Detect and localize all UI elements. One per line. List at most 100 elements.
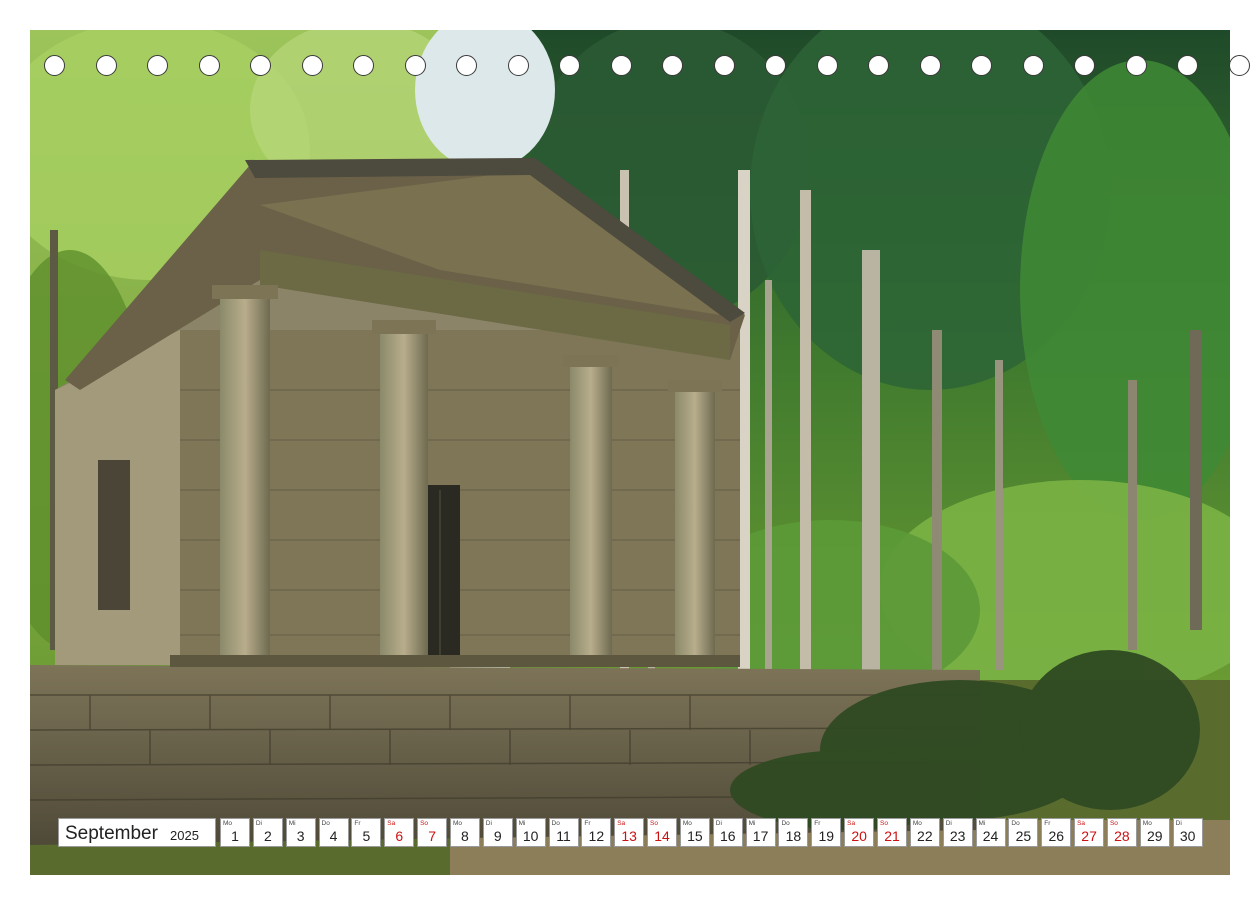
day-cell: Sa 20 bbox=[844, 818, 875, 847]
binding-hole bbox=[919, 55, 941, 76]
binding-hole bbox=[559, 55, 580, 76]
day-of-week-label: Sa bbox=[617, 820, 626, 827]
binding-hole bbox=[95, 55, 117, 76]
day-of-week-label: Fr bbox=[814, 820, 821, 827]
day-of-week-label: Sa bbox=[847, 820, 856, 827]
day-of-week-label: Mo bbox=[223, 820, 233, 827]
day-of-week-label: Fr bbox=[354, 820, 361, 827]
temple-forest-photo bbox=[30, 30, 1230, 875]
day-number: 6 bbox=[395, 828, 404, 844]
binding-hole bbox=[1074, 55, 1095, 76]
binding-hole bbox=[662, 55, 683, 76]
binding-hole bbox=[44, 55, 65, 76]
binding-hole bbox=[765, 55, 786, 76]
day-number: 10 bbox=[522, 828, 539, 844]
photo-illustration bbox=[30, 30, 1230, 875]
day-number: 26 bbox=[1048, 828, 1065, 844]
day-cell: So 14 bbox=[647, 818, 678, 847]
day-number: 7 bbox=[428, 828, 436, 844]
day-of-week-label: Sa bbox=[1077, 820, 1086, 827]
day-number: 1 bbox=[231, 828, 239, 844]
day-cell: So 7 bbox=[417, 818, 448, 847]
day-of-week-label: So bbox=[420, 820, 429, 827]
day-cell: Fr 19 bbox=[811, 818, 842, 847]
binding-holes bbox=[30, 55, 1250, 79]
binding-hole bbox=[971, 55, 992, 76]
day-cell: Fr 26 bbox=[1041, 818, 1072, 847]
day-of-week-label: Di bbox=[715, 820, 722, 827]
day-number: 25 bbox=[1015, 828, 1032, 844]
day-of-week-label: Mo bbox=[912, 820, 922, 827]
day-cell: So 21 bbox=[877, 818, 907, 847]
day-number: 21 bbox=[884, 828, 900, 844]
day-number: 27 bbox=[1081, 828, 1097, 844]
month-label-box: September 2025 bbox=[58, 818, 216, 847]
day-cell: Di 16 bbox=[712, 818, 743, 847]
binding-hole bbox=[713, 55, 735, 76]
day-cell: Do 25 bbox=[1008, 818, 1039, 847]
binding-hole bbox=[198, 55, 220, 76]
day-cell: Do 18 bbox=[778, 818, 809, 847]
day-of-week-label: Di bbox=[945, 820, 952, 827]
day-of-week-label: So bbox=[1109, 820, 1118, 827]
day-number: 18 bbox=[785, 828, 802, 844]
binding-hole bbox=[301, 55, 323, 76]
binding-hole bbox=[816, 55, 838, 76]
day-number: 13 bbox=[621, 828, 637, 844]
binding-hole bbox=[1177, 55, 1198, 76]
day-of-week-label: Do bbox=[551, 820, 560, 827]
calendar-strip: September 2025 Mo 1 Di 2 Mi 3 Do 4 Fr 5 Sa 6 So 7 Mo 8 D… bbox=[58, 818, 1204, 847]
day-cell: Do 11 bbox=[548, 818, 579, 847]
binding-hole bbox=[610, 55, 632, 76]
day-of-week-label: So bbox=[650, 820, 658, 827]
day-number: 3 bbox=[296, 828, 305, 844]
binding-hole bbox=[1125, 55, 1147, 76]
day-number: 8 bbox=[461, 828, 469, 844]
day-of-week-label: Do bbox=[781, 820, 790, 827]
day-cell: Mi 3 bbox=[285, 818, 316, 847]
binding-hole bbox=[1228, 55, 1250, 76]
day-cell: Sa 27 bbox=[1074, 818, 1105, 847]
day-cell: Mi 17 bbox=[745, 818, 776, 847]
day-number: 4 bbox=[329, 828, 338, 844]
day-number: 15 bbox=[687, 828, 703, 844]
day-cell: Fr 5 bbox=[351, 818, 382, 847]
day-number: 24 bbox=[982, 828, 999, 844]
day-cell: Di 23 bbox=[942, 818, 973, 847]
day-number: 23 bbox=[949, 828, 966, 844]
day-of-week-label: Fr bbox=[584, 820, 591, 827]
day-number: 29 bbox=[1147, 828, 1163, 844]
binding-hole bbox=[353, 55, 374, 76]
day-of-week-label: Mi bbox=[518, 820, 526, 827]
day-of-week-label: Mo bbox=[1142, 820, 1152, 827]
day-number: 17 bbox=[752, 828, 769, 844]
day-cell: Di 9 bbox=[482, 818, 513, 847]
binding-hole bbox=[507, 55, 529, 76]
day-cell: Sa 6 bbox=[384, 818, 415, 847]
binding-hole bbox=[404, 55, 426, 76]
day-of-week-label: Mi bbox=[288, 820, 296, 827]
day-number: 16 bbox=[719, 828, 736, 844]
day-of-week-label: Di bbox=[255, 820, 262, 827]
day-cell: Mo 1 bbox=[220, 818, 250, 847]
day-of-week-label: Mo bbox=[682, 820, 692, 827]
day-of-week-label: Fr bbox=[1044, 820, 1051, 827]
day-number: 12 bbox=[588, 828, 605, 844]
day-of-week-label: Mo bbox=[452, 820, 462, 827]
binding-hole bbox=[147, 55, 168, 76]
day-number: 5 bbox=[362, 828, 371, 844]
day-cell: Mi 10 bbox=[515, 818, 546, 847]
day-cell: Mo 8 bbox=[449, 818, 480, 847]
day-of-week-label: Mi bbox=[978, 820, 986, 827]
day-cell: Do 4 bbox=[318, 818, 349, 847]
day-cell: Di 2 bbox=[252, 818, 283, 847]
day-number: 20 bbox=[851, 828, 867, 844]
day-of-week-label: Di bbox=[485, 820, 492, 827]
binding-hole bbox=[456, 55, 477, 76]
day-of-week-label: Do bbox=[321, 820, 330, 827]
binding-hole bbox=[1022, 55, 1044, 76]
day-number: 14 bbox=[654, 828, 670, 844]
day-number: 11 bbox=[556, 828, 571, 844]
day-cell: Mo 29 bbox=[1139, 818, 1170, 847]
month-name: September bbox=[65, 823, 158, 844]
